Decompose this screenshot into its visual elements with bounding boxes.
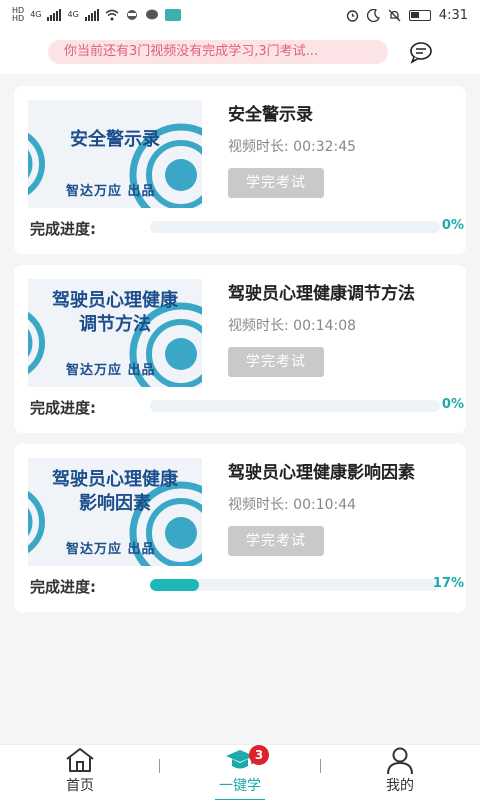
unfinished-courses-notice[interactable]: 你当前还有3门视频没有完成学习,3门考试... bbox=[48, 40, 388, 64]
course-title[interactable]: 驾驶员心理健康影响因素 bbox=[228, 458, 415, 483]
course-card[interactable]: 驾驶员心理健康 影响因素 智达万应 出品 驾驶员心理健康影响因素 视频时长: 0… bbox=[14, 444, 466, 612]
progress-bar bbox=[150, 400, 440, 412]
video-duration: 视频时长: 00:32:45 bbox=[228, 136, 356, 156]
take-exam-button[interactable]: 学完考试 bbox=[228, 526, 324, 556]
thumbnail-title-line: 驾驶员心理健康 bbox=[52, 469, 178, 490]
nav-learn-badge: 3 bbox=[249, 745, 269, 765]
duration-label: 视频时长: bbox=[228, 318, 289, 334]
thumbnail-title-line: 调节方法 bbox=[79, 314, 151, 335]
clock-time: 4:31 bbox=[438, 7, 468, 23]
course-thumbnail[interactable]: 驾驶员心理健康 影响因素 智达万应 出品 bbox=[28, 458, 202, 566]
duration-value: 00:10:44 bbox=[293, 497, 357, 513]
progress-label: 完成进度: bbox=[30, 399, 96, 417]
take-exam-button[interactable]: 学完考试 bbox=[228, 168, 324, 198]
signal-icon bbox=[47, 9, 62, 21]
progress-fill bbox=[150, 579, 200, 591]
progress-label: 完成进度: bbox=[30, 578, 96, 596]
take-exam-button[interactable]: 学完考试 bbox=[228, 347, 324, 377]
video-duration: 视频时长: 00:14:08 bbox=[228, 315, 356, 335]
progress-label: 完成进度: bbox=[30, 220, 96, 238]
thumbnail-title-line: 驾驶员心理健康 bbox=[52, 290, 178, 311]
thumbnail-title-line: 影响因素 bbox=[79, 493, 151, 514]
thumbnail-producer: 智达万应 出品 bbox=[66, 363, 156, 378]
home-icon bbox=[66, 748, 94, 772]
app-badge-icon bbox=[164, 9, 181, 21]
duration-value: 00:14:08 bbox=[293, 318, 357, 334]
battery-icon bbox=[408, 9, 431, 21]
progress-percent: 0% bbox=[441, 218, 464, 233]
message-notification-icon bbox=[145, 9, 158, 20]
status-bar-right: 4:31 bbox=[346, 8, 468, 23]
signal-icon bbox=[84, 9, 99, 21]
progress-bar bbox=[150, 221, 440, 233]
nav-divider bbox=[159, 759, 160, 773]
network-type-indicator: HD HD bbox=[12, 7, 24, 23]
progress-percent: 0% bbox=[441, 397, 464, 412]
duration-label: 视频时长: bbox=[228, 139, 289, 155]
nav-tab-me[interactable]: 我的 bbox=[345, 745, 455, 800]
muted-bell-icon bbox=[388, 9, 401, 21]
status-bar: HD HD 4G 4G 4:31 bbox=[0, 0, 480, 30]
signal-type-a: 4G bbox=[30, 10, 42, 19]
nav-label-home: 首页 bbox=[66, 778, 94, 794]
user-profile-icon bbox=[387, 747, 413, 775]
message-bubble-icon[interactable] bbox=[408, 40, 434, 64]
alarm-icon bbox=[346, 9, 358, 22]
thumbnail-producer: 智达万应 出品 bbox=[66, 542, 156, 557]
video-duration: 视频时长: 00:10:44 bbox=[228, 494, 356, 514]
thumbnail-producer: 智达万应 出品 bbox=[66, 184, 156, 199]
nav-label-learn: 一键学 bbox=[219, 778, 261, 794]
nav-label-me: 我的 bbox=[386, 778, 414, 794]
course-thumbnail[interactable]: 安全警示录 智达万应 出品 bbox=[28, 100, 202, 208]
progress-percent: 17% bbox=[432, 576, 464, 591]
duration-label: 视频时长: bbox=[228, 497, 289, 513]
nav-tab-home[interactable]: 首页 bbox=[25, 745, 135, 800]
duration-value: 00:32:45 bbox=[293, 139, 357, 155]
course-title[interactable]: 驾驶员心理健康调节方法 bbox=[228, 279, 415, 304]
wifi-icon bbox=[105, 9, 119, 21]
progress-bar bbox=[150, 579, 440, 591]
nav-divider bbox=[320, 759, 321, 773]
course-title[interactable]: 安全警示录 bbox=[228, 100, 313, 125]
bottom-navigation: 首页 3 一键学 我的 bbox=[0, 744, 480, 800]
app-notification-icon bbox=[126, 10, 137, 20]
signal-type-b: 4G bbox=[67, 10, 79, 19]
nav-tab-learn[interactable]: 3 一键学 bbox=[185, 745, 295, 800]
course-card[interactable]: 驾驶员心理健康 调节方法 智达万应 出品 驾驶员心理健康调节方法 视频时长: 0… bbox=[14, 265, 466, 433]
course-thumbnail[interactable]: 驾驶员心理健康 调节方法 智达万应 出品 bbox=[28, 279, 202, 387]
network-type-b: HD bbox=[12, 14, 25, 23]
thumbnail-title-line: 安全警示录 bbox=[70, 129, 160, 150]
course-card[interactable]: 安全警示录 智达万应 出品 安全警示录 视频时长: 00:32:45 学完考试 … bbox=[14, 86, 466, 254]
do-not-disturb-moon-icon bbox=[366, 8, 380, 22]
status-bar-left: HD HD 4G 4G bbox=[12, 7, 181, 23]
